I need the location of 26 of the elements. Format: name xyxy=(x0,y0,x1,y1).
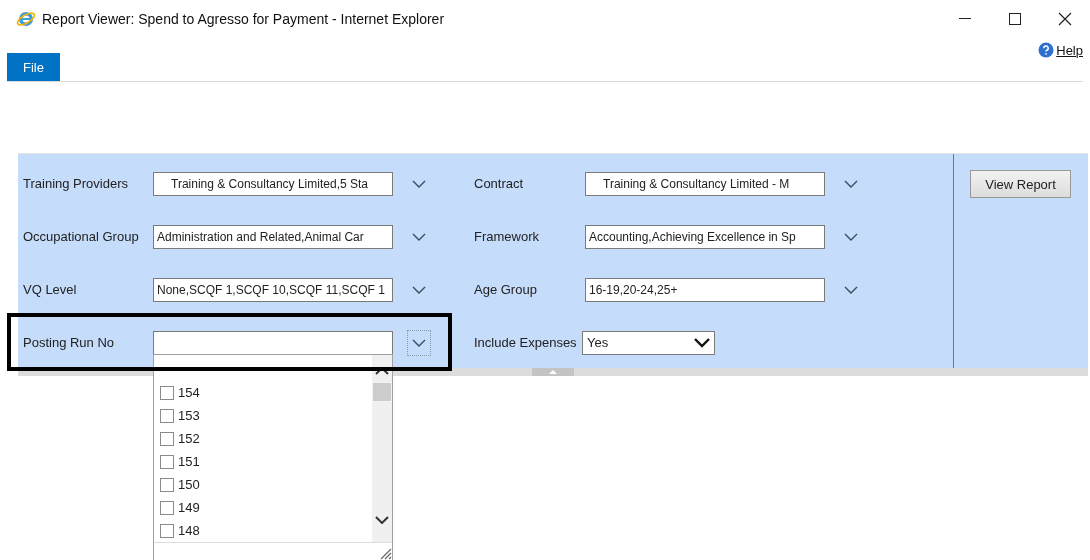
parameter-label: Posting Run No xyxy=(23,335,116,350)
menu-tab[interactable]: File xyxy=(7,53,60,81)
help-link[interactable]: Help xyxy=(1038,42,1083,58)
parameter-label: Training Providers xyxy=(23,176,129,191)
parameter-label: Contract xyxy=(474,176,525,191)
option-label: 154 xyxy=(178,385,200,400)
parameter-label: VQ Level xyxy=(23,282,78,297)
option-label: 153 xyxy=(178,408,200,423)
parameter-field[interactable]: Training & Consultancy Limited,5 Sta xyxy=(153,171,393,196)
option-label: 148 xyxy=(178,523,200,538)
parameter-label: Occupational Group xyxy=(23,229,140,244)
parameter-field[interactable]: None,SCQF 1,SCQF 10,SCQF 11,SCQF 1 xyxy=(153,277,393,302)
parameter-field[interactable]: Training & Consultancy Limited - M xyxy=(585,171,825,196)
parameter-field[interactable]: 16-19,20-24,25+ xyxy=(585,277,825,302)
parameter-label: Framework xyxy=(474,229,540,244)
option-label: 149 xyxy=(178,500,200,515)
select-field[interactable]: Yes xyxy=(582,330,715,355)
window-title: Report Viewer: Spend to Agresso for Payment - Internet Explorer xyxy=(42,11,446,27)
parameter-label: Age Group xyxy=(474,282,538,297)
parameter-field[interactable]: Accounting,Achieving Excellence in Sp xyxy=(585,224,825,249)
view-report-button[interactable]: View Report xyxy=(970,170,1071,198)
option-label: 150 xyxy=(178,477,200,492)
option-label: 151 xyxy=(178,454,200,469)
parameter-field[interactable]: Administration and Related,Animal Car xyxy=(153,224,393,249)
option-label: 152 xyxy=(178,431,200,446)
parameter-label: Include Expenses xyxy=(474,335,578,350)
